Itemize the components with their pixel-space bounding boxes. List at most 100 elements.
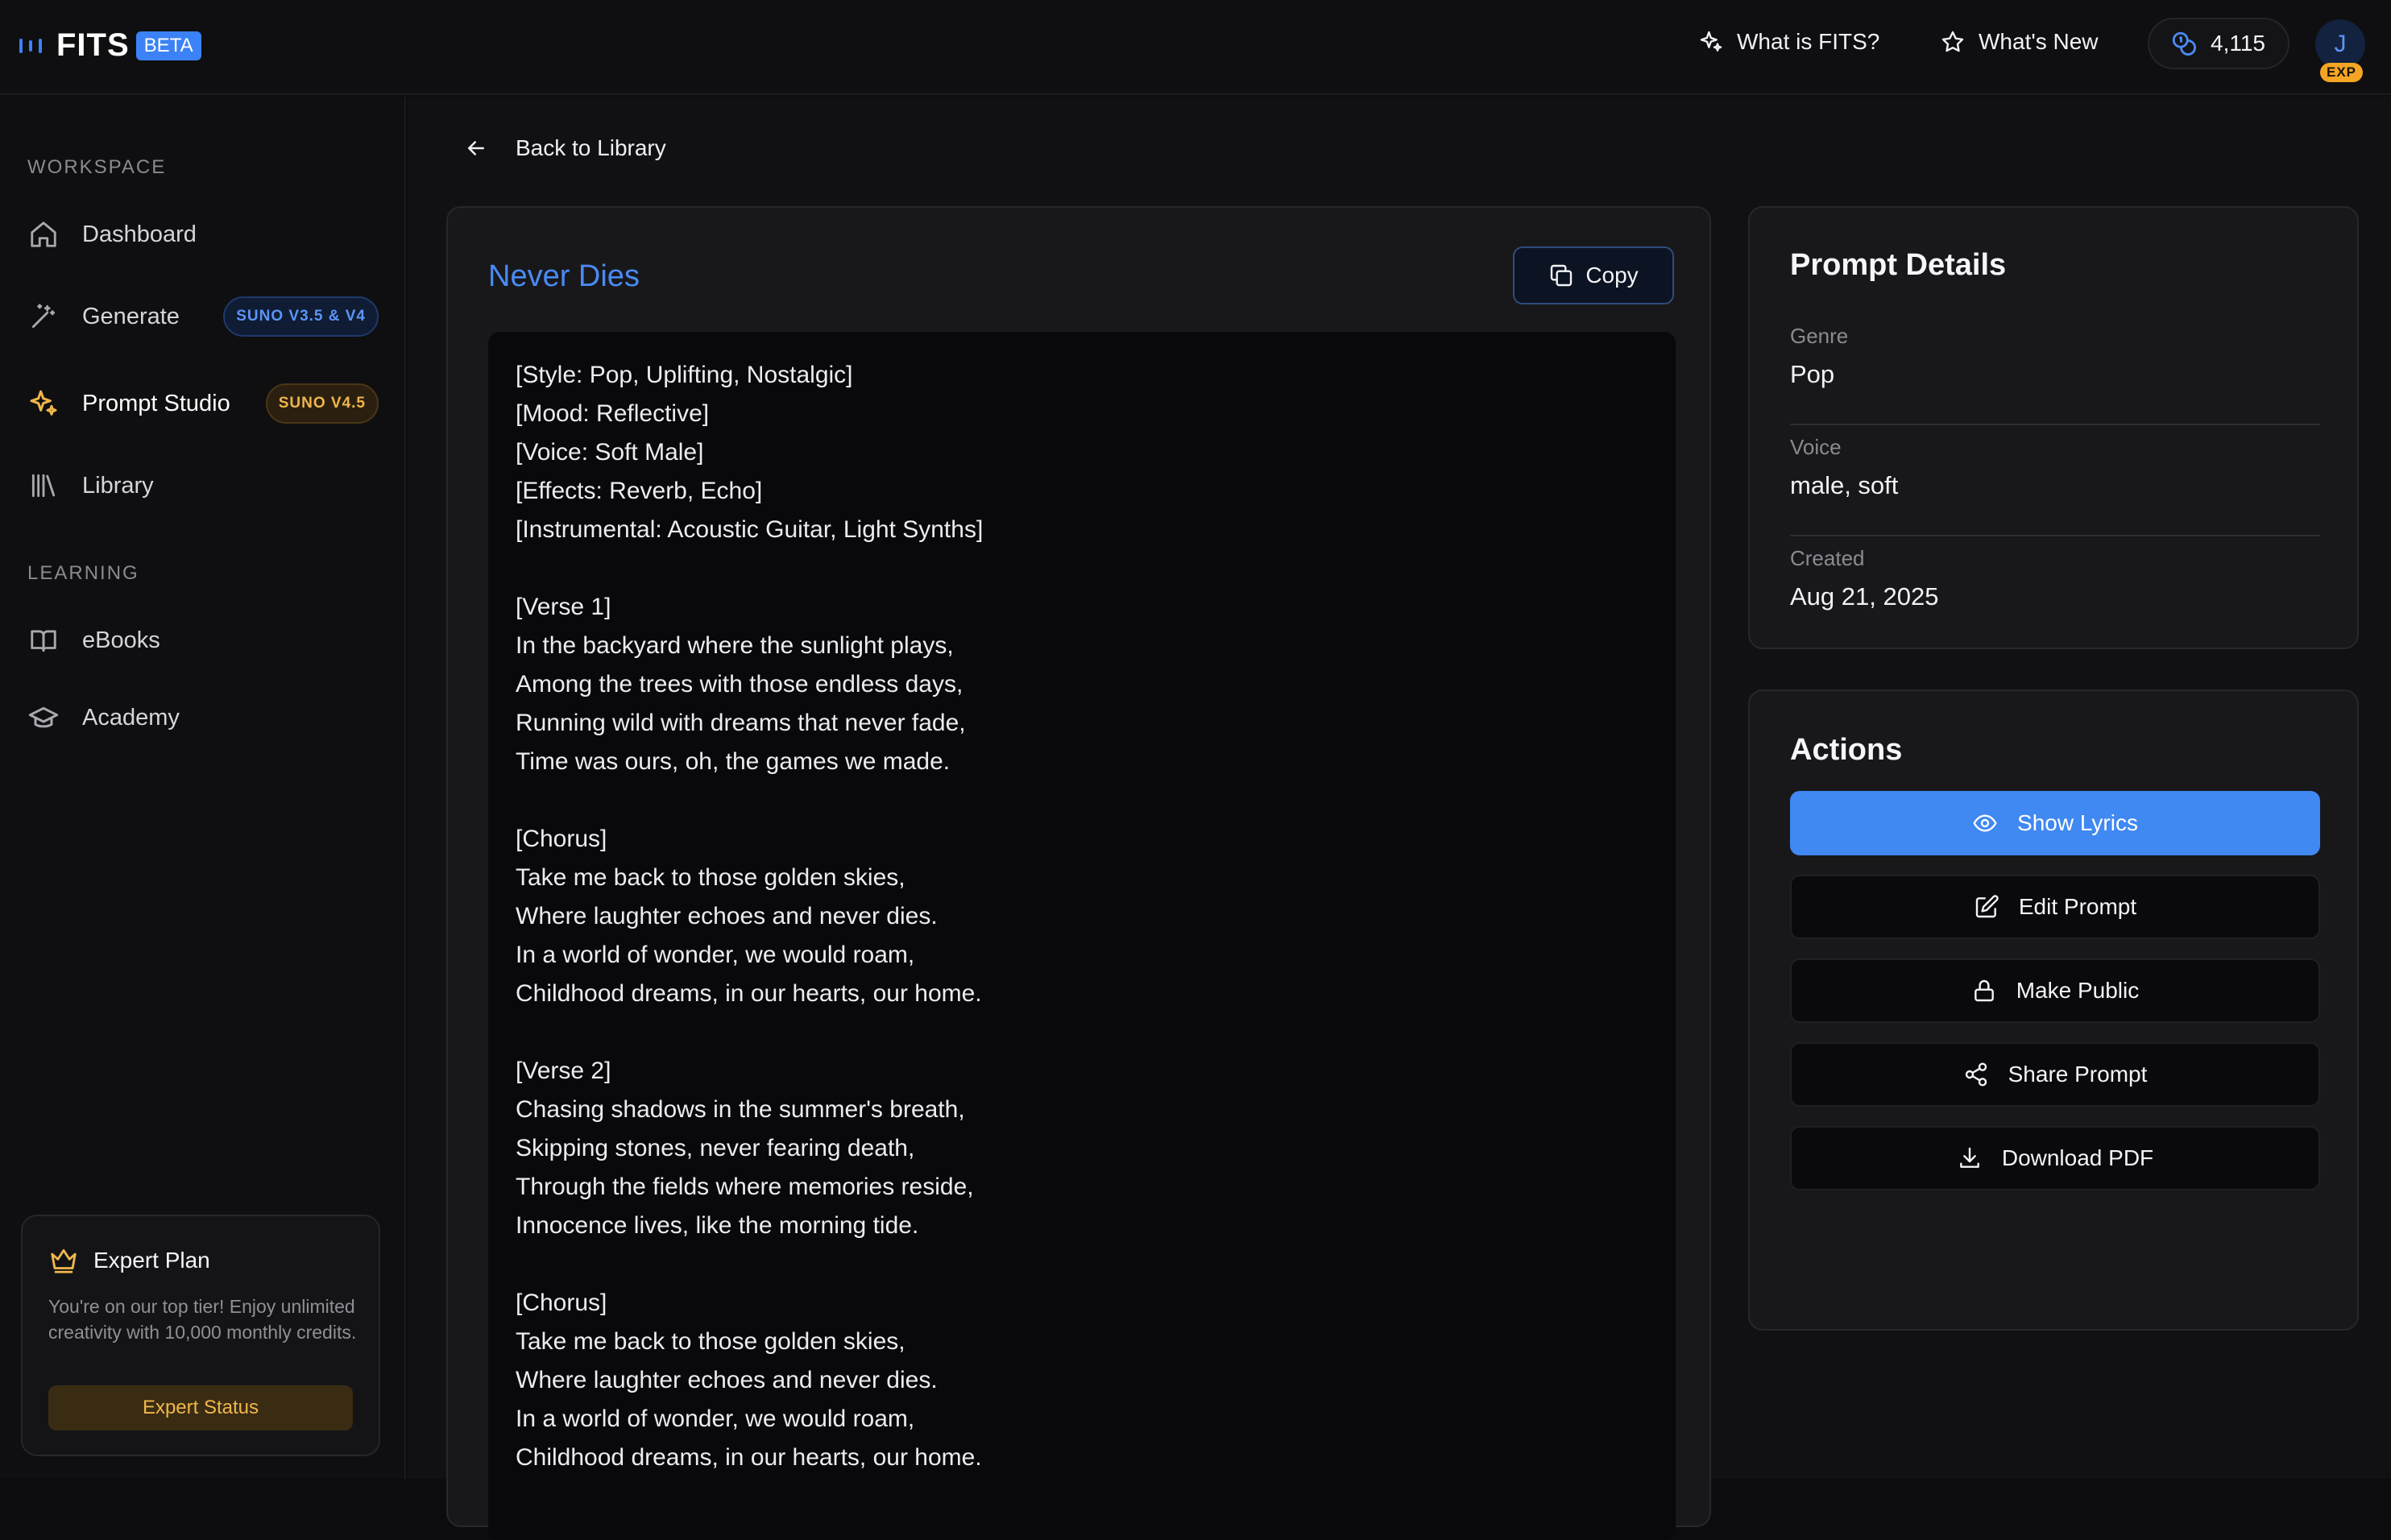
lyric-line	[516, 1245, 1648, 1284]
lyric-line: Take me back to those golden skies,	[516, 864, 905, 891]
logo-text: FITS	[56, 27, 130, 63]
sidebar-item-label: Dashboard	[82, 221, 197, 247]
actions-card: Actions Show Lyrics Edit Prompt Make Pub…	[1748, 689, 2359, 1331]
genre-label: Genre	[1790, 324, 1849, 348]
lyric-line	[516, 781, 1648, 820]
lyric-line: Where laughter echoes and never dies.	[516, 1367, 938, 1393]
library-icon	[27, 470, 60, 502]
sidebar-item-ebooks[interactable]: eBooks	[27, 612, 379, 669]
genre-value: Pop	[1790, 360, 1835, 388]
make-public-label: Make Public	[2016, 978, 2140, 1003]
sidebar-item-dashboard[interactable]: Dashboard	[27, 206, 379, 263]
beta-badge: BETA	[135, 31, 201, 60]
plan-header: Expert Plan	[48, 1245, 210, 1276]
top-bar: FITS BETA What is FITS? What's New 4,115…	[0, 0, 2391, 95]
sidebar-item-label: Library	[82, 472, 154, 499]
workspace-section-label: WORKSPACE	[27, 156, 167, 178]
avatar[interactable]: J	[2315, 19, 2365, 69]
lyric-line: Running wild with dreams that never fade…	[516, 710, 966, 736]
share-prompt-button[interactable]: Share Prompt	[1790, 1042, 2320, 1107]
expert-status-button[interactable]: Expert Status	[48, 1385, 353, 1430]
prompt-details-card: Prompt Details Genre Pop Voice male, sof…	[1748, 206, 2359, 649]
voice-label: Voice	[1790, 435, 1842, 459]
credits-pill[interactable]: 4,115	[2148, 18, 2289, 69]
whats-new-label: What's New	[1979, 29, 2099, 54]
what-is-fits-label: What is FITS?	[1737, 29, 1880, 54]
lyric-line: In a world of wonder, we would roam,	[516, 942, 915, 968]
voice-value: male, soft	[1790, 471, 1899, 499]
what-is-fits-link[interactable]: What is FITS?	[1698, 29, 1879, 55]
lyric-line: Chasing shadows in the summer's breath,	[516, 1096, 965, 1123]
make-public-button[interactable]: Make Public	[1790, 958, 2320, 1023]
plan-title: Expert Plan	[93, 1248, 210, 1273]
plan-description: You're on our top tier! Enjoy unlimited …	[48, 1296, 357, 1343]
lyric-line: Childhood dreams, in our hearts, our hom…	[516, 1444, 982, 1471]
song-title: Never Dies	[488, 259, 640, 293]
sidebar-item-label: Academy	[82, 704, 180, 731]
logo-bars-icon	[19, 38, 42, 53]
magic-wand-icon	[27, 300, 60, 333]
expert-plan-card: Expert Plan You're on our top tier! Enjo…	[21, 1215, 380, 1456]
sparkles-icon	[1700, 31, 1722, 52]
lyric-line: Skipping stones, never fearing death,	[516, 1135, 915, 1161]
sidebar-item-generate[interactable]: Generate SUNO V3.5 & V4	[27, 288, 379, 345]
back-to-library-link[interactable]: Back to Library	[464, 135, 666, 161]
lyric-line: [Mood: Reflective]	[516, 400, 710, 427]
sidebar-item-label: Prompt Studio	[82, 390, 230, 416]
lyric-line: [Verse 2]	[516, 1058, 611, 1084]
created-label: Created	[1790, 546, 1865, 570]
suno-version-badge: SUNO V3.5 & V4	[223, 296, 379, 337]
back-to-library-label: Back to Library	[516, 135, 666, 160]
lyric-line: In the backyard where the sunlight plays…	[516, 632, 954, 659]
actions-title: Actions	[1790, 733, 1903, 767]
copy-label: Copy	[1585, 263, 1639, 288]
lyric-line: [Voice: Soft Male]	[516, 439, 704, 466]
download-pdf-button[interactable]: Download PDF	[1790, 1126, 2320, 1190]
lyric-line	[516, 1013, 1648, 1052]
lyrics-card: Never Dies Copy [Style: Pop, Uplifting, …	[446, 206, 1711, 1540]
coins-icon	[2172, 31, 2196, 56]
show-lyrics-label: Show Lyrics	[2017, 810, 2138, 835]
whats-new-link[interactable]: What's New	[1940, 29, 2099, 55]
app-logo[interactable]: FITS BETA	[19, 27, 201, 64]
eye-icon	[1973, 814, 1997, 832]
star-icon	[1941, 31, 1964, 52]
copy-button[interactable]: Copy	[1513, 246, 1674, 304]
created-value: Aug 21, 2025	[1790, 582, 1939, 611]
lyric-line: In a world of wonder, we would roam,	[516, 1405, 915, 1432]
sidebar-item-academy[interactable]: Academy	[27, 689, 379, 746]
book-icon	[27, 624, 60, 656]
created-row: Created Aug 21, 2025	[1790, 546, 2320, 611]
lyric-line: Time was ours, oh, the games we made.	[516, 748, 951, 775]
lyric-line: [Verse 1]	[516, 594, 611, 620]
learning-section-label: LEARNING	[27, 562, 139, 584]
share-prompt-label: Share Prompt	[2008, 1062, 2148, 1087]
lyric-line: Among the trees with those endless days,	[516, 671, 963, 698]
lyric-line: Take me back to those golden skies,	[516, 1328, 905, 1355]
voice-row: Voice male, soft	[1790, 435, 2320, 500]
edit-prompt-label: Edit Prompt	[2018, 894, 2137, 919]
lyric-line: Childhood dreams, in our hearts, our hom…	[516, 980, 982, 1007]
download-icon	[1959, 1147, 1979, 1168]
show-lyrics-button[interactable]: Show Lyrics	[1790, 791, 2320, 855]
edit-prompt-button[interactable]: Edit Prompt	[1790, 875, 2320, 939]
main-content: Back to Library Never Dies Copy [Style: …	[408, 97, 2391, 1540]
arrow-left-icon	[468, 141, 484, 155]
lyric-line: Innocence lives, like the morning tide.	[516, 1212, 919, 1239]
genre-row: Genre Pop	[1790, 324, 2320, 389]
lyric-line: [Chorus]	[516, 1290, 607, 1316]
sidebar: WORKSPACE Dashboard Generate SUNO V3.5 &…	[0, 97, 406, 1479]
exp-badge: EXP	[2320, 63, 2364, 82]
divider	[1790, 424, 2320, 425]
lyric-line: [Style: Pop, Uplifting, Nostalgic]	[516, 362, 853, 388]
lyrics-text-area[interactable]: [Style: Pop, Uplifting, Nostalgic] [Mood:…	[488, 332, 1676, 1540]
crown-icon	[51, 1248, 77, 1273]
lyric-line: Where laughter echoes and never dies.	[516, 903, 938, 929]
lyric-line: [Chorus]	[516, 826, 607, 852]
sidebar-item-prompt-studio[interactable]: Prompt Studio SUNO V4.5	[27, 375, 379, 432]
suno-version-badge: SUNO V4.5	[265, 383, 379, 424]
sidebar-item-label: eBooks	[82, 627, 160, 653]
sidebar-item-library[interactable]: Library	[27, 457, 379, 514]
download-pdf-label: Download PDF	[2001, 1145, 2154, 1170]
divider	[1790, 535, 2320, 536]
